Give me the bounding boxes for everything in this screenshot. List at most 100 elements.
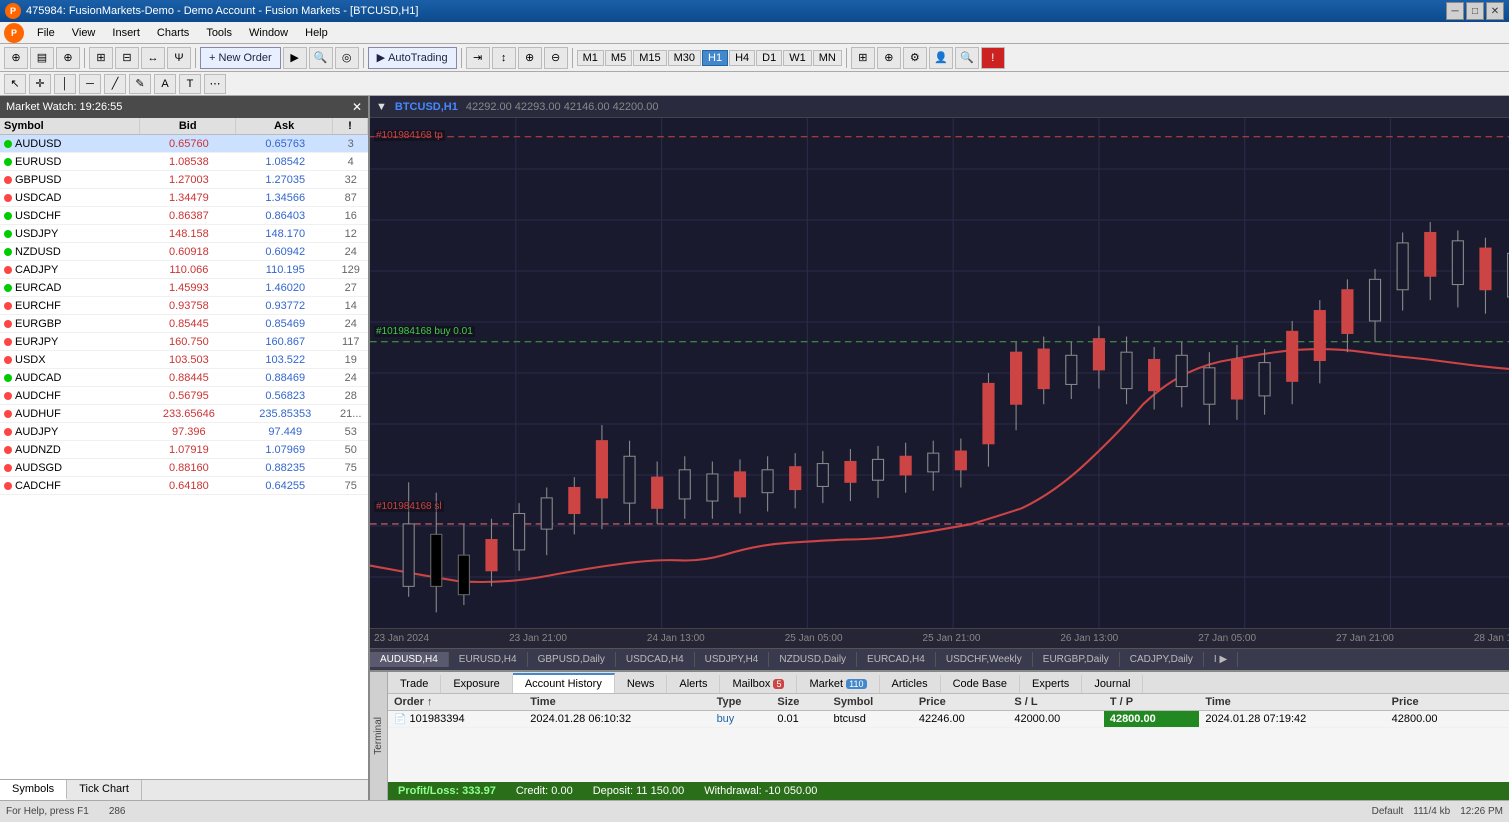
close-button[interactable]: ✕ [1486,2,1504,20]
table-row[interactable]: 📄 101983394 2024.01.28 06:10:32 buy 0.01… [388,711,1509,728]
tab-mailbox[interactable]: Mailbox 5 [720,675,797,693]
list-item[interactable]: CADJPY 110.066 110.195 129 [0,261,368,279]
list-item[interactable]: AUDCHF 0.56795 0.56823 28 [0,387,368,405]
list-item[interactable]: CADCHF 0.64180 0.64255 75 [0,477,368,495]
list-item[interactable]: GBPUSD 1.27003 1.27035 32 [0,171,368,189]
chart-symbol-tab[interactable]: NZDUSD,Daily [769,652,857,667]
toolbar-btn1[interactable]: ⊕ [56,47,80,69]
toolbar-autoscroll[interactable]: ↕ [492,47,516,69]
tool-cursor[interactable]: ↖ [4,74,26,94]
list-item[interactable]: EURCHF 0.93758 0.93772 14 [0,297,368,315]
tab-news[interactable]: News [615,675,668,693]
tool-line[interactable]: │ [54,74,76,94]
toolbar-period[interactable]: Ψ [167,47,191,69]
terminal-side-panel[interactable]: Terminal [370,672,388,800]
toolbar-search[interactable]: 🔍 [955,47,979,69]
tf-h4[interactable]: H4 [729,50,755,66]
menu-window[interactable]: Window [241,25,296,41]
menu-charts[interactable]: Charts [149,25,197,41]
toolbar-sell[interactable]: 🔍 [309,47,333,69]
tool-crosshair[interactable]: ✛ [29,74,51,94]
toolbar-zoom-chart[interactable]: ⊕ [518,47,542,69]
tool-pencil[interactable]: ✎ [129,74,151,94]
chart-symbol-tab[interactable]: EURUSD,H4 [449,652,528,667]
toolbar-zoom-out2[interactable]: ⊖ [544,47,568,69]
chart-symbol-tab[interactable]: CADJPY,Daily [1120,652,1204,667]
tool-hline[interactable]: ─ [79,74,101,94]
toolbar-alert[interactable]: ! [981,47,1005,69]
toolbar-settings[interactable]: ⚙ [903,47,927,69]
list-item[interactable]: AUDHUF 233.65646 235.85353 21... [0,405,368,423]
tf-w1[interactable]: W1 [783,50,812,66]
tab-journal[interactable]: Journal [1082,675,1143,693]
chart-symbol-tab[interactable]: GBPUSD,Daily [528,652,616,667]
tool-trendline[interactable]: ╱ [104,74,126,94]
list-item[interactable]: AUDCAD 0.88445 0.88469 24 [0,369,368,387]
toolbar-chart-shift[interactable]: ⇥ [466,47,490,69]
tf-m15[interactable]: M15 [633,50,666,66]
tool-text[interactable]: A [154,74,176,94]
ask-price: 0.93772 [237,300,333,312]
list-item[interactable]: AUDUSD 0.65760 0.65763 3 [0,135,368,153]
symbol-name: USDJPY [15,228,58,240]
tf-m1[interactable]: M1 [577,50,604,66]
tool-fibonacci[interactable]: ⋯ [204,74,226,94]
chart-symbol-tab[interactable]: USDCAD,H4 [616,652,695,667]
toolbar-globe[interactable]: ◎ [335,47,359,69]
menu-file[interactable]: File [29,25,63,41]
tab-trade[interactable]: Trade [388,675,441,693]
tab-exposure[interactable]: Exposure [441,675,512,693]
toolbar-templates[interactable]: ⊞ [851,47,875,69]
toolbar-zoom-in[interactable]: ⊞ [89,47,113,69]
toolbar-zoom-out[interactable]: ⊟ [115,47,139,69]
menu-tools[interactable]: Tools [198,25,240,41]
chart-symbol-tab[interactable]: USDJPY,H4 [695,652,770,667]
autotrading-button[interactable]: ▶ AutoTrading [368,47,457,69]
chart-symbol-tab[interactable]: USDCHF,Weekly [936,652,1033,667]
list-item[interactable]: EURUSD 1.08538 1.08542 4 [0,153,368,171]
tf-h1[interactable]: H1 [702,50,728,66]
tf-m30[interactable]: M30 [668,50,701,66]
tab-symbols[interactable]: Symbols [0,780,67,800]
menu-help[interactable]: Help [297,25,336,41]
tab-market[interactable]: Market 110 [797,675,879,693]
minimize-button[interactable]: ─ [1446,2,1464,20]
toolbar-new[interactable]: ⊕ [4,47,28,69]
list-item[interactable]: AUDJPY 97.396 97.449 53 [0,423,368,441]
list-item[interactable]: EURJPY 160.750 160.867 117 [0,333,368,351]
new-order-button[interactable]: + New Order [200,47,281,69]
toolbar-chart-type[interactable]: ▤ [30,47,54,69]
toolbar-buy[interactable]: ▶ [283,47,307,69]
tab-experts[interactable]: Experts [1020,675,1082,693]
menu-view[interactable]: View [64,25,104,41]
toolbar-indicators[interactable]: ⊕ [877,47,901,69]
list-item[interactable]: USDCHF 0.86387 0.86403 16 [0,207,368,225]
tab-articles[interactable]: Articles [880,675,941,693]
tool-text2[interactable]: T [179,74,201,94]
tab-codebase[interactable]: Code Base [941,675,1020,693]
market-watch-close[interactable]: ✕ [352,100,362,114]
tf-mn[interactable]: MN [813,50,842,66]
tab-account-history[interactable]: Account History [513,673,615,693]
chart-symbol-tab[interactable]: AUDUSD,H4 [370,652,449,667]
chart-symbol-tab[interactable]: I ▶ [1204,652,1238,667]
chart-symbol-tab[interactable]: EURGBP,Daily [1033,652,1120,667]
tab-tick-chart[interactable]: Tick Chart [67,780,142,800]
list-item[interactable]: EURCAD 1.45993 1.46020 27 [0,279,368,297]
list-item[interactable]: AUDNZD 1.07919 1.07969 50 [0,441,368,459]
maximize-button[interactable]: □ [1466,2,1484,20]
toolbar-scroll[interactable]: ↔ [141,47,165,69]
menu-insert[interactable]: Insert [104,25,148,41]
list-item[interactable]: USDX 103.503 103.522 19 [0,351,368,369]
tab-alerts[interactable]: Alerts [667,675,720,693]
list-item[interactable]: EURGBP 0.85445 0.85469 24 [0,315,368,333]
list-item[interactable]: USDCAD 1.34479 1.34566 87 [0,189,368,207]
list-item[interactable]: NZDUSD 0.60918 0.60942 24 [0,243,368,261]
list-item[interactable]: AUDSGD 0.88160 0.88235 75 [0,459,368,477]
chart-symbol-tab[interactable]: EURCAD,H4 [857,652,936,667]
toolbar-profile[interactable]: 👤 [929,47,953,69]
chart-canvas[interactable]: #101984168 tp #101984168 buy 0.01 #10198… [370,118,1509,628]
tf-d1[interactable]: D1 [756,50,782,66]
tf-m5[interactable]: M5 [605,50,632,66]
list-item[interactable]: USDJPY 148.158 148.170 12 [0,225,368,243]
